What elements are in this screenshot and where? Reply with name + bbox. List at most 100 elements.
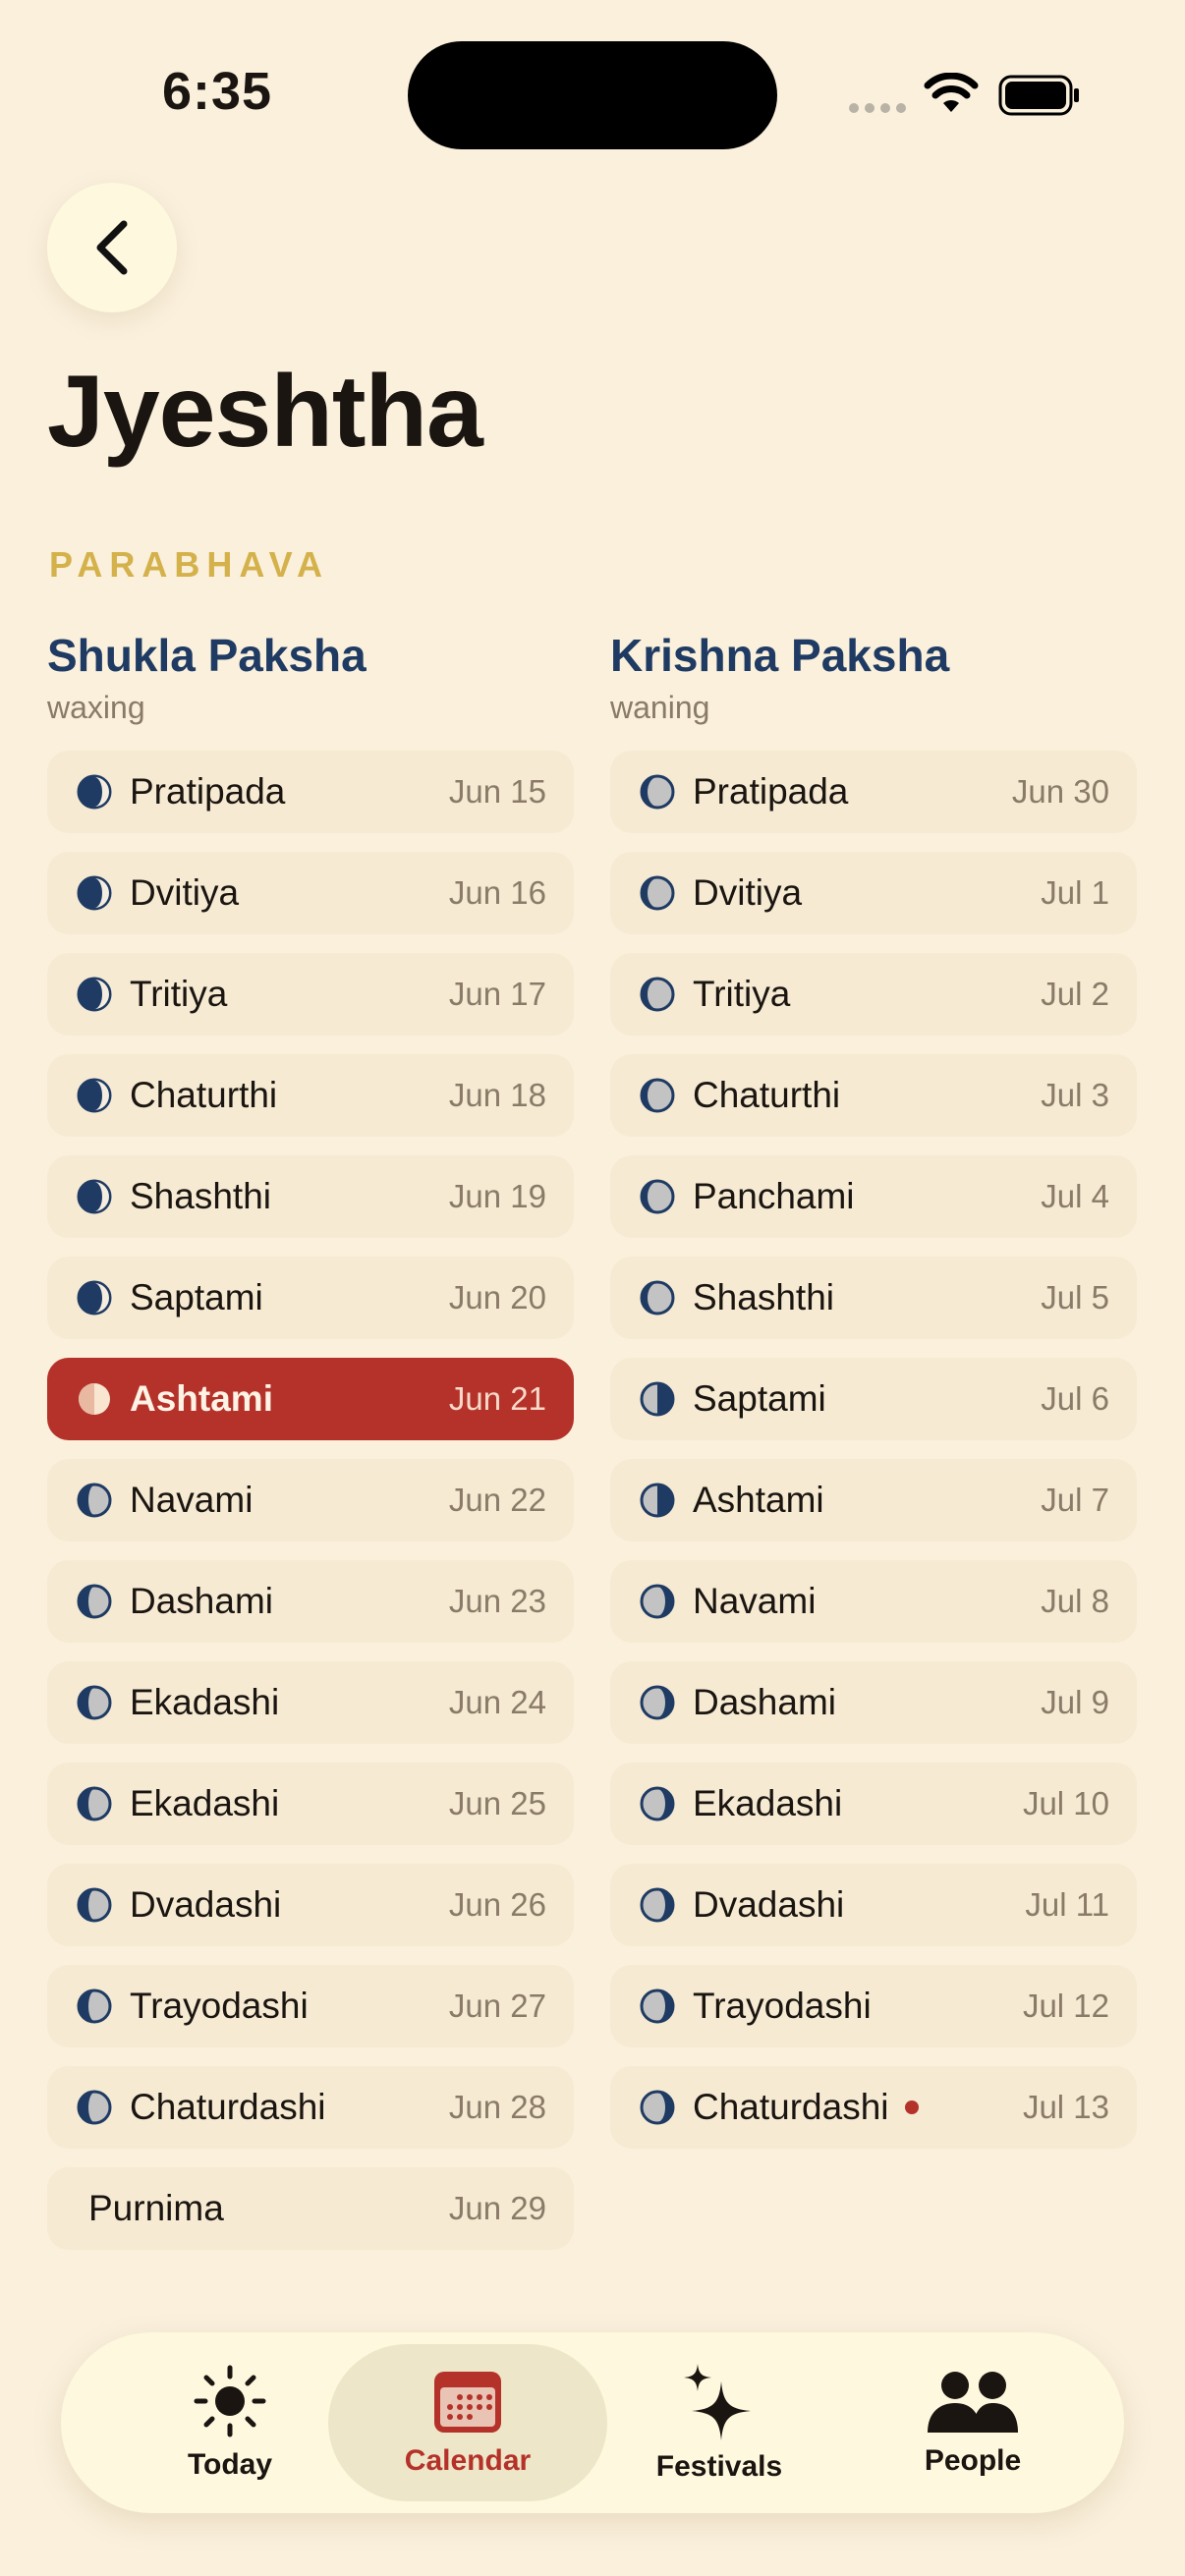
tithi-row[interactable]: Panchami Jul 4 — [610, 1155, 1137, 1238]
tithi-row[interactable]: Purnima Jun 29 — [47, 2167, 574, 2250]
tithi-row[interactable]: Pratipada Jun 15 — [47, 751, 574, 833]
moon-phase-icon — [77, 1685, 112, 1720]
event-dot-indicator — [904, 2100, 919, 2114]
tithi-row[interactable]: Saptami Jun 20 — [47, 1257, 574, 1339]
moon-phase-icon — [640, 1786, 675, 1821]
moon-phase-icon — [77, 977, 112, 1012]
tithi-date: Jun 27 — [448, 1988, 546, 2024]
calendar-icon — [434, 2372, 501, 2433]
tab-bar: Today Calendar Festivals People — [61, 2332, 1124, 2513]
battery-icon — [998, 75, 1079, 116]
tithi-name: Pratipada — [693, 771, 849, 812]
tithi-name: Chaturthi — [130, 1075, 278, 1115]
tithi-date: Jul 4 — [1041, 1178, 1109, 1214]
back-button[interactable] — [47, 183, 177, 312]
dynamic-island — [408, 41, 777, 149]
tithi-row[interactable]: Trayodashi Jul 12 — [610, 1965, 1137, 2047]
tithi-row[interactable]: Ekadashi Jun 24 — [47, 1661, 574, 1744]
tithi-name: Navami — [130, 1480, 254, 1520]
tithi-date: Jun 17 — [448, 976, 546, 1012]
tithi-date: Jul 10 — [1022, 1785, 1109, 1821]
tithi-date: Jul 8 — [1041, 1583, 1109, 1619]
tithi-row[interactable]: Dvitiya Jul 1 — [610, 852, 1137, 934]
tithi-name: Chaturthi — [693, 1075, 841, 1115]
moon-phase-icon — [640, 875, 675, 911]
tithi-row[interactable]: Saptami Jul 6 — [610, 1358, 1137, 1440]
tab-label: People — [924, 2444, 1022, 2477]
tithi-row[interactable]: Trayodashi Jun 27 — [47, 1965, 574, 2047]
moon-phase-icon — [640, 2090, 675, 2125]
tab-label: Calendar — [404, 2444, 532, 2477]
tithi-date: Jun 19 — [448, 1178, 546, 1214]
tithi-row[interactable]: Chaturdashi Jun 28 — [47, 2066, 574, 2149]
tithi-row[interactable]: Dvitiya Jun 16 — [47, 852, 574, 934]
tab-festivals[interactable]: Festivals — [580, 2344, 859, 2501]
tithi-row[interactable]: Tritiya Jun 17 — [47, 953, 574, 1036]
tithi-name: Trayodashi — [130, 1986, 309, 2026]
tithi-name: Tritiya — [693, 974, 791, 1014]
shukla-tithi-list: Pratipada Jun 15 Dvitiya Jun 16 Tritiya Jun 1… — [47, 751, 574, 2250]
tithi-row[interactable]: Shashthi Jul 5 — [610, 1257, 1137, 1339]
moon-phase-icon — [77, 2090, 112, 2125]
tab-calendar[interactable]: Calendar — [328, 2344, 607, 2501]
tithi-row[interactable]: Ashtami Jul 7 — [610, 1459, 1137, 1541]
tithi-row[interactable]: Ashtami Jun 21 — [47, 1358, 574, 1440]
tithi-row[interactable]: Ekadashi Jun 25 — [47, 1763, 574, 1845]
tithi-name: Shashthi — [130, 1176, 271, 1216]
tithi-row[interactable]: Dvadashi Jun 26 — [47, 1864, 574, 1946]
tithi-row[interactable]: Dashami Jun 23 — [47, 1560, 574, 1643]
tithi-row[interactable]: Dashami Jul 9 — [610, 1661, 1137, 1744]
tab-label: Festivals — [655, 2450, 783, 2483]
moon-phase-icon — [79, 1383, 110, 1415]
tithi-row[interactable]: Shashthi Jun 19 — [47, 1155, 574, 1238]
tithi-name: Ekadashi — [693, 1783, 843, 1823]
tithi-name: Purnima — [88, 2188, 224, 2228]
moon-phase-icon — [77, 1988, 112, 2024]
tithi-row[interactable]: Chaturthi Jul 3 — [610, 1054, 1137, 1137]
krishna-paksha-title: Krishna Paksha — [610, 630, 950, 681]
tithi-name: Dashami — [693, 1682, 836, 1722]
tithi-date: Jul 6 — [1041, 1380, 1109, 1417]
moon-phase-icon — [640, 1584, 675, 1619]
tithi-date: Jun 20 — [448, 1279, 546, 1316]
tithi-name: Navami — [693, 1581, 817, 1621]
moon-phase-icon — [77, 774, 112, 810]
tithi-date: Jul 9 — [1041, 1684, 1109, 1720]
tithi-row[interactable]: Navami Jun 22 — [47, 1459, 574, 1541]
tithi-name: Saptami — [130, 1277, 263, 1317]
tab-people[interactable]: People — [833, 2344, 1112, 2501]
tithi-date: Jun 26 — [448, 1886, 546, 1923]
chevron-left-icon — [96, 220, 128, 275]
people-icon — [928, 2372, 1018, 2433]
tithi-row[interactable]: Chaturdashi Jul 13 — [610, 2066, 1137, 2149]
tithi-name: Chaturdashi — [130, 2087, 326, 2127]
tithi-row[interactable]: Chaturthi Jun 18 — [47, 1054, 574, 1137]
tithi-date: Jul 1 — [1041, 874, 1109, 911]
moon-phase-icon — [640, 1078, 675, 1113]
tithi-row[interactable]: Dvadashi Jul 11 — [610, 1864, 1137, 1946]
tithi-date: Jun 23 — [448, 1583, 546, 1619]
moon-phase-icon — [640, 1381, 675, 1417]
tithi-date: Jun 21 — [448, 1380, 546, 1417]
page-title: Jyeshtha — [47, 355, 483, 469]
tithi-date: Jun 16 — [448, 874, 546, 911]
tithi-row[interactable]: Navami Jul 8 — [610, 1560, 1137, 1643]
tithi-name: Dvitiya — [693, 872, 803, 913]
moon-phase-icon — [640, 1280, 675, 1316]
moon-phase-icon — [77, 1280, 112, 1316]
tithi-name: Dashami — [130, 1581, 273, 1621]
shukla-paksha-subtitle: waxing — [47, 690, 145, 725]
moon-phase-icon — [77, 1887, 112, 1923]
shukla-paksha-title: Shukla Paksha — [47, 630, 367, 681]
sun-icon — [194, 2365, 266, 2437]
tithi-date: Jul 12 — [1022, 1988, 1109, 2024]
tithi-name: Dvadashi — [130, 1884, 282, 1925]
tithi-row[interactable]: Pratipada Jun 30 — [610, 751, 1137, 833]
moon-phase-icon — [640, 977, 675, 1012]
tithi-row[interactable]: Ekadashi Jul 10 — [610, 1763, 1137, 1845]
moon-phase-icon — [77, 1078, 112, 1113]
tithi-date: Jun 24 — [448, 1684, 546, 1720]
moon-phase-icon — [77, 1584, 112, 1619]
tithi-row[interactable]: Tritiya Jul 2 — [610, 953, 1137, 1036]
moon-phase-icon — [77, 875, 112, 911]
